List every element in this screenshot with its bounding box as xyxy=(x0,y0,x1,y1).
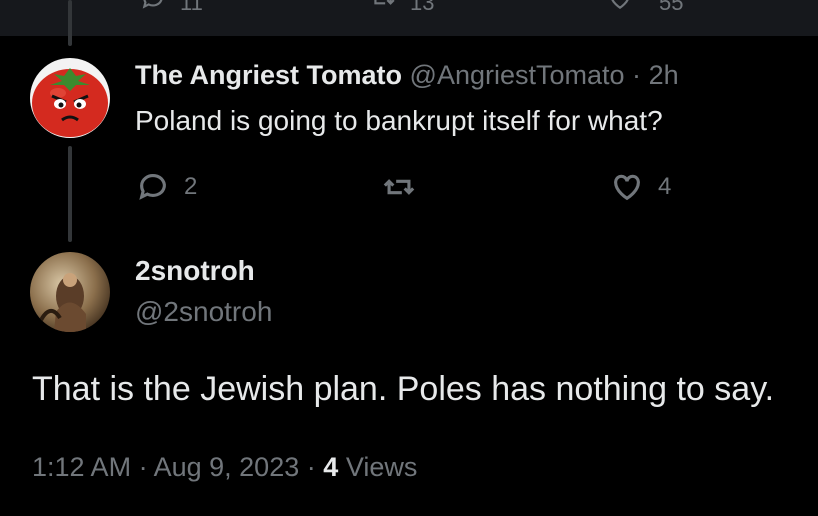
main-display-name[interactable]: 2snotroh xyxy=(135,255,255,287)
reply-time[interactable]: 2h xyxy=(649,60,679,90)
prev-like-button[interactable]: 55 xyxy=(607,0,683,17)
meta-separator-1: · xyxy=(138,452,148,482)
previous-tweet-actions: 11 13 55 xyxy=(0,0,818,36)
tweet-time[interactable]: 1:12 AM xyxy=(32,452,131,482)
2snotroh-avatar[interactable] xyxy=(30,252,110,332)
views-label[interactable]: Views xyxy=(346,452,418,482)
reply-icon xyxy=(139,174,166,200)
reply-display-name[interactable]: The Angriest Tomato xyxy=(135,60,402,90)
prev-reply-count: 11 xyxy=(180,0,203,15)
heart-icon xyxy=(611,0,629,9)
reply-button[interactable]: 2 xyxy=(136,170,197,204)
tomato-avatar[interactable] xyxy=(30,58,110,138)
reply-handle[interactable]: @AngriestTomato xyxy=(410,60,625,90)
tweet-meta: 1:12 AM · Aug 9, 2023 · 4 Views xyxy=(32,452,417,483)
retweet-icon xyxy=(383,179,415,195)
painting-image xyxy=(30,252,110,332)
reply-actions: 2 4 xyxy=(0,166,818,206)
retweet-icon xyxy=(374,0,395,5)
tweet-date[interactable]: Aug 9, 2023 xyxy=(154,452,300,482)
angry-tomato-image xyxy=(30,58,110,138)
heart-icon xyxy=(614,174,640,201)
like-count: 4 xyxy=(658,173,672,200)
views-count[interactable]: 4 xyxy=(323,452,338,482)
retweet-button[interactable] xyxy=(382,170,416,204)
prev-retweet-button[interactable]: 13 xyxy=(370,0,434,17)
reply-icon xyxy=(142,0,163,9)
main-tweet-text: That is the Jewish plan. Poles has nothi… xyxy=(32,370,775,408)
prev-like-count: 55 xyxy=(659,0,684,15)
reply-header: The Angriest Tomato @AngriestTomato · 2h xyxy=(135,60,679,91)
reply-count: 2 xyxy=(184,173,198,200)
main-handle[interactable]: @2snotroh xyxy=(135,296,272,328)
thread-line-top xyxy=(68,0,72,46)
prev-reply-button[interactable]: 11 xyxy=(140,0,203,17)
reply-text: Poland is going to bankrupt itself for w… xyxy=(135,105,663,136)
like-button[interactable]: 4 xyxy=(610,170,671,204)
prev-retweet-count: 13 xyxy=(410,0,435,15)
meta-separator-2: · xyxy=(306,452,316,482)
reply-separator: · xyxy=(632,60,642,90)
